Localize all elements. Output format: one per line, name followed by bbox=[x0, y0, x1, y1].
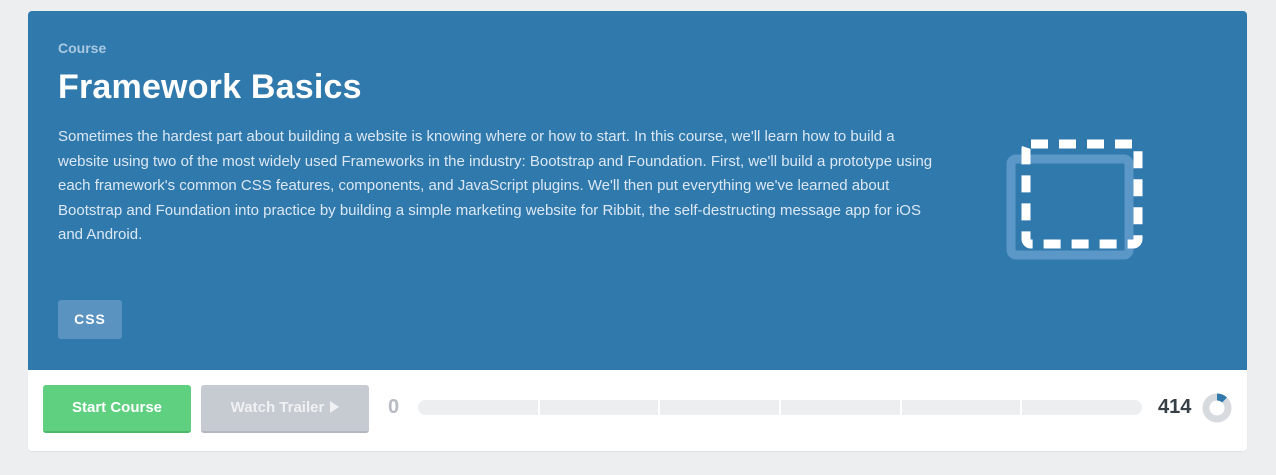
course-footer: Start Course Watch Trailer 0 414 bbox=[28, 370, 1247, 451]
course-card: Course Framework Basics Sometimes the ha… bbox=[28, 11, 1247, 451]
points-total: 414 bbox=[1158, 396, 1192, 418]
play-icon bbox=[330, 401, 340, 413]
progress-bar bbox=[418, 400, 1142, 415]
progress-ring-icon bbox=[1202, 393, 1232, 423]
start-course-label: Start Course bbox=[71, 399, 163, 416]
course-eyebrow: Course bbox=[58, 40, 107, 56]
course-hero: Course Framework Basics Sometimes the ha… bbox=[28, 11, 1247, 370]
progress-segment-divider bbox=[538, 400, 540, 415]
topic-tag-css[interactable]: CSS bbox=[58, 300, 122, 339]
dashed-square-icon bbox=[1006, 139, 1143, 260]
watch-trailer-button[interactable]: Watch Trailer bbox=[201, 385, 369, 433]
progress-segment-divider bbox=[779, 400, 781, 415]
watch-trailer-label: Watch Trailer bbox=[230, 399, 325, 416]
progress-segment-divider bbox=[658, 400, 660, 415]
course-title: Framework Basics bbox=[58, 68, 362, 106]
points-earned: 0 bbox=[388, 396, 400, 418]
progress-segment-divider bbox=[1020, 400, 1022, 415]
start-course-button[interactable]: Start Course bbox=[43, 385, 191, 433]
course-description: Sometimes the hardest part about buildin… bbox=[58, 128, 933, 243]
progress-segment-divider bbox=[900, 400, 902, 415]
